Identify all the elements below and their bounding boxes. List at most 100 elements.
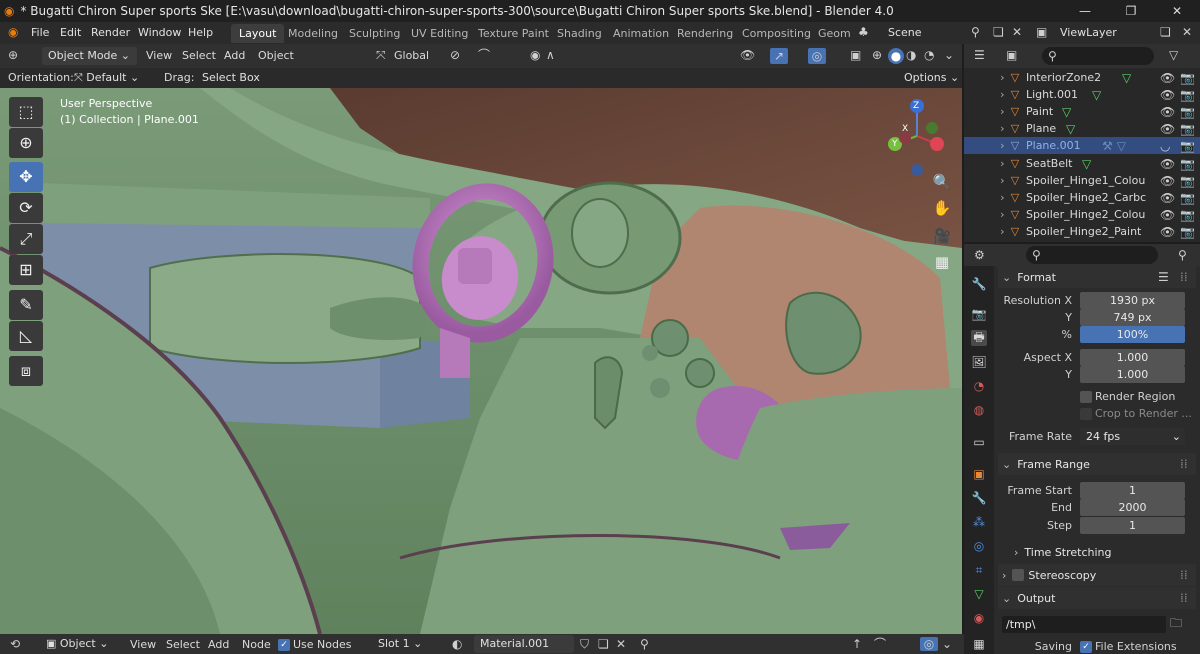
view-layer-icon[interactable]: ▣: [1036, 26, 1047, 38]
transform-global[interactable]: Global: [394, 49, 429, 62]
render-camera-icon[interactable]: 📷: [1180, 140, 1195, 152]
tab-layout[interactable]: Layout: [231, 24, 285, 43]
outliner-item[interactable]: › ▽ Spoiler_Hinge2_Colou 👁 📷: [964, 206, 1200, 223]
overlay-options-icon[interactable]: ⌄: [942, 638, 952, 650]
world-tab-icon[interactable]: ◍: [971, 402, 987, 418]
tool-tab-icon[interactable]: 🔧: [971, 276, 987, 292]
output-section-header[interactable]: ⌄ Output ⁞⁞: [998, 587, 1196, 609]
display-mode-icon[interactable]: ▣: [1006, 49, 1017, 61]
frame-end-field[interactable]: 2000: [1080, 499, 1185, 516]
use-nodes-checkbox[interactable]: ✓: [278, 639, 290, 651]
material-tab-icon[interactable]: ◉: [971, 610, 987, 626]
editor-type-icon[interactable]: ⟲: [10, 638, 20, 650]
time-stretching-subpanel[interactable]: › Time Stretching: [998, 541, 1196, 563]
fake-user-icon[interactable]: ⛉: [580, 638, 589, 650]
resolution-y-field[interactable]: 749 px: [1080, 309, 1185, 326]
particles-tab-icon[interactable]: ⁂: [971, 514, 987, 530]
zoom-icon[interactable]: 🔍: [928, 170, 956, 194]
tab-sculpting[interactable]: Sculpting: [341, 24, 408, 43]
select-box-tool[interactable]: ⬚: [9, 97, 43, 127]
expand-icon[interactable]: ›: [964, 71, 1008, 84]
gizmo-toggle-icon[interactable]: ↗: [770, 48, 788, 64]
tab-rendering[interactable]: Rendering: [669, 24, 741, 43]
maximize-icon[interactable]: ❐: [1108, 0, 1154, 22]
drag-handle-icon[interactable]: ⁞⁞: [1180, 592, 1188, 604]
node-menu-add[interactable]: Add: [208, 638, 229, 651]
expand-icon[interactable]: ›: [964, 174, 1008, 187]
blender-menu-icon[interactable]: ◉: [8, 26, 18, 38]
outliner-item[interactable]: › ▽ Light.001 ▽ 👁 📷: [964, 86, 1200, 103]
texture-tab-icon[interactable]: ▦: [971, 636, 987, 652]
parent-node-icon[interactable]: ↑: [852, 638, 862, 650]
cursor-tool[interactable]: ⊕: [9, 128, 43, 158]
move-tool[interactable]: ✥: [9, 162, 43, 192]
scene-tab-icon[interactable]: ◔: [971, 378, 987, 394]
eye-icon[interactable]: 👁: [1160, 72, 1175, 84]
tab-compositing[interactable]: Compositing: [734, 24, 819, 43]
expand-icon[interactable]: ›: [964, 225, 1008, 238]
pan-hand-icon[interactable]: ✋: [928, 196, 956, 220]
close-icon[interactable]: ✕: [1154, 0, 1200, 22]
delete-layer-icon[interactable]: ✕: [1182, 26, 1192, 38]
physics-tab-icon[interactable]: ◎: [971, 538, 987, 554]
options-dropdown[interactable]: Options ⌄: [898, 69, 959, 87]
shading-options-icon[interactable]: ⌄: [944, 49, 954, 61]
tab-animation[interactable]: Animation: [605, 24, 677, 43]
render-camera-icon[interactable]: 📷: [1180, 72, 1195, 84]
outliner-item[interactable]: › ▽ Spoiler_Hinge1_Colou 👁 📷: [964, 172, 1200, 189]
perspective-grid-icon[interactable]: ▦: [928, 250, 956, 274]
measure-tool[interactable]: ◺: [9, 321, 43, 351]
output-path-input[interactable]: /tmp\: [1002, 616, 1166, 633]
frame-range-section-header[interactable]: ⌄ Frame Range ⁞⁞: [998, 453, 1196, 475]
drag-handle-icon[interactable]: ⁞⁞: [1180, 569, 1188, 581]
xray-icon[interactable]: ▣: [850, 49, 861, 61]
data-tab-icon[interactable]: ▽: [971, 586, 987, 602]
outliner-item[interactable]: › ▽ Spoiler_Hinge2_Carbc 👁 📷: [964, 189, 1200, 206]
render-camera-icon[interactable]: 📷: [1180, 89, 1195, 101]
menu-file[interactable]: File: [31, 26, 49, 39]
aspect-x-field[interactable]: 1.000: [1080, 349, 1185, 366]
outliner-item-selected[interactable]: › ▽ Plane.001 ⚒ ▽ ◡ 📷: [964, 137, 1200, 154]
view-layer-tab-icon[interactable]: 🖼: [971, 354, 987, 370]
pin-node-icon[interactable]: ⚲: [640, 638, 649, 650]
eye-icon[interactable]: 👁: [1160, 226, 1175, 238]
snap-node-icon[interactable]: ⌒: [874, 638, 886, 650]
copy-scene-icon[interactable]: ❏: [993, 26, 1004, 38]
material-shading-icon[interactable]: ◑: [906, 49, 916, 61]
node-overlay-icon[interactable]: ◎: [920, 637, 938, 651]
menu-edit[interactable]: Edit: [60, 26, 81, 39]
properties-editor-icon[interactable]: ⚙: [974, 249, 985, 261]
stereoscopy-section-header[interactable]: › Stereoscopy ⁞⁞: [998, 564, 1196, 586]
pin-icon[interactable]: ⚲: [971, 26, 980, 38]
file-extensions-checkbox[interactable]: ✓: [1080, 641, 1092, 653]
expand-icon[interactable]: ›: [964, 139, 1008, 152]
duplicate-material-icon[interactable]: ❏: [598, 638, 609, 650]
outliner-search-input[interactable]: ⚲: [1042, 47, 1154, 65]
presets-list-icon[interactable]: ☰: [1158, 271, 1169, 283]
menu-window[interactable]: Window: [138, 26, 181, 39]
scene-name[interactable]: Scene: [888, 26, 922, 39]
mode-dropdown[interactable]: Object Mode ⌄: [42, 47, 137, 65]
transform-orientation-icon[interactable]: ⤧: [376, 49, 386, 61]
stereoscopy-checkbox[interactable]: [1012, 569, 1025, 581]
aspect-y-field[interactable]: 1.000: [1080, 366, 1185, 383]
eye-icon[interactable]: 👁: [1160, 175, 1175, 187]
outliner-item[interactable]: › ▽ InteriorZone2 ▽ 👁 📷: [964, 69, 1200, 86]
folder-icon[interactable]: 🗀: [1170, 617, 1182, 629]
minimize-icon[interactable]: —: [1062, 0, 1108, 22]
format-section-header[interactable]: ⌄ Format ☰ ⁞⁞: [998, 266, 1196, 288]
shader-type-dropdown[interactable]: ▣ Object ⌄: [40, 635, 120, 653]
outliner-item[interactable]: › ▽ Paint ▽ 👁 📷: [964, 103, 1200, 120]
outliner-item[interactable]: › ▽ Spoiler_Hinge2_Paint 👁 📷: [964, 223, 1200, 240]
render-camera-icon[interactable]: 📷: [1180, 226, 1195, 238]
expand-icon[interactable]: ›: [964, 88, 1008, 101]
outliner-item[interactable]: › ▽ Plane ▽ 👁 📷: [964, 120, 1200, 137]
annotate-tool[interactable]: ✎: [9, 290, 43, 320]
eye-icon[interactable]: 👁: [1160, 89, 1175, 101]
scene-icon[interactable]: ♣: [858, 26, 869, 38]
output-tab-icon[interactable]: 🖶: [971, 330, 987, 346]
tab-geometry[interactable]: Geom: [810, 24, 859, 43]
hidden-eye-icon[interactable]: ◡: [1160, 140, 1170, 152]
slot-dropdown[interactable]: Slot 1 ⌄: [372, 635, 440, 653]
modifier-tab-icon[interactable]: 🔧: [971, 490, 987, 506]
